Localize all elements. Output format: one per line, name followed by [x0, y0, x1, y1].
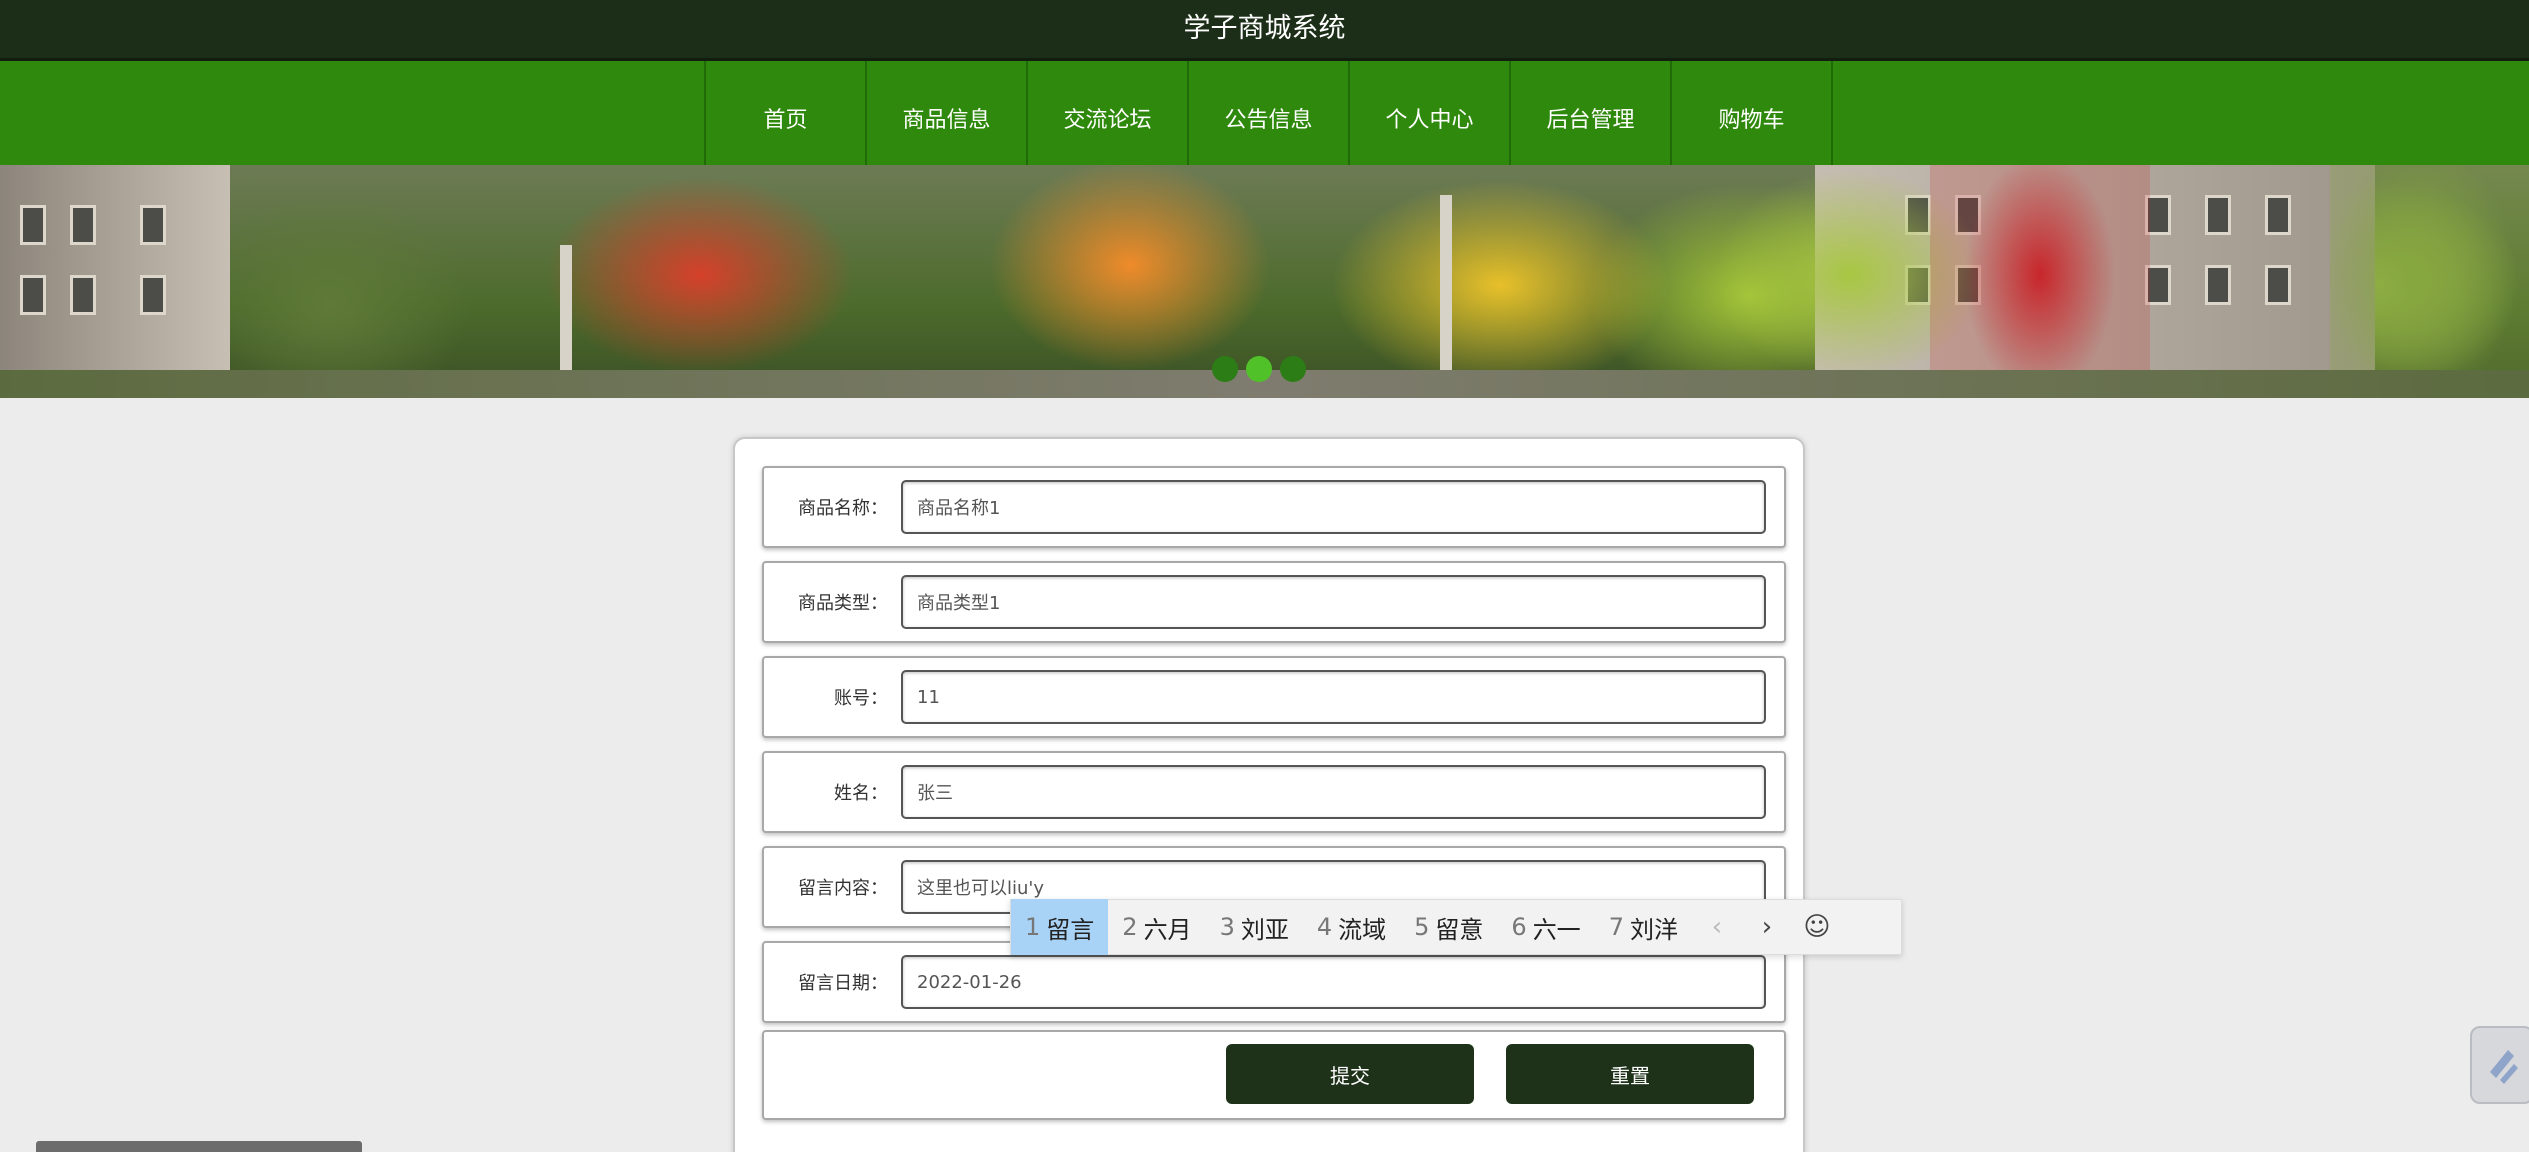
form-actions: 提交 重置: [762, 1030, 1786, 1120]
banner-carousel: [0, 165, 2529, 398]
carousel-dot[interactable]: [1280, 356, 1306, 382]
ime-candidate[interactable]: 7 刘洋: [1595, 899, 1692, 955]
ime-candidate[interactable]: 2 六月: [1108, 899, 1205, 955]
label-name: 姓名：: [834, 783, 888, 804]
nav-item-admin[interactable]: 后台管理: [1511, 61, 1672, 165]
smiley-icon[interactable]: ☺: [1792, 899, 1842, 955]
nav-item-products[interactable]: 商品信息: [867, 61, 1028, 165]
ime-candidate[interactable]: 1 留言: [1011, 899, 1109, 955]
ime-candidate[interactable]: 6 六一: [1497, 899, 1594, 955]
name-input[interactable]: [901, 765, 1766, 819]
ime-candidate[interactable]: 5 留意: [1400, 899, 1497, 955]
date-input[interactable]: [901, 955, 1766, 1009]
label-account: 账号：: [834, 688, 888, 709]
floating-tool-widget[interactable]: [2470, 1026, 2529, 1104]
reset-button[interactable]: 重置: [1506, 1044, 1754, 1104]
submit-button[interactable]: 提交: [1226, 1044, 1474, 1104]
product-type-input[interactable]: [901, 575, 1766, 629]
tool-logo-icon: [2490, 1050, 2518, 1084]
label-product-type: 商品类型：: [798, 593, 888, 614]
nav-item-profile[interactable]: 个人中心: [1350, 61, 1511, 165]
chevron-right-icon[interactable]: ›: [1742, 899, 1792, 955]
message-form: 商品名称： 商品类型： 账号： 姓名： 留言内容： 留言日期： 提交 重置: [733, 437, 1805, 1152]
top-header: 学子商城系统: [0, 0, 2529, 61]
nav-menu: 首页 商品信息 交流论坛 公告信息 个人中心 后台管理 购物车: [704, 61, 1833, 165]
label-product-name: 商品名称：: [798, 498, 888, 519]
main-nav: 首页 商品信息 交流论坛 公告信息 个人中心 后台管理 购物车: [0, 61, 2529, 165]
banner-building-left: [0, 165, 230, 398]
form-row-account: 账号：: [762, 656, 1786, 738]
label-date: 留言日期：: [798, 973, 888, 994]
nav-item-home[interactable]: 首页: [706, 61, 867, 165]
nav-item-forum[interactable]: 交流论坛: [1028, 61, 1189, 165]
banner-lamp-post: [1440, 195, 1452, 398]
ime-candidate-bar: 1 留言 2 六月 3 刘亚 4 流域 5 留意 6 六一 7 刘洋 ‹ › ☺: [1010, 899, 1902, 955]
nav-item-cart[interactable]: 购物车: [1672, 61, 1833, 165]
product-name-input[interactable]: [901, 480, 1766, 534]
form-row-name: 姓名：: [762, 751, 1786, 833]
ime-candidate[interactable]: 3 刘亚: [1206, 899, 1303, 955]
ime-candidate[interactable]: 4 流域: [1303, 899, 1400, 955]
carousel-dot-active[interactable]: [1246, 356, 1272, 382]
taskbar-fragment: [36, 1141, 362, 1152]
account-input[interactable]: [901, 670, 1766, 724]
carousel-dot[interactable]: [1212, 356, 1238, 382]
label-message: 留言内容：: [798, 878, 888, 899]
chevron-left-icon[interactable]: ‹: [1692, 899, 1742, 955]
nav-item-notices[interactable]: 公告信息: [1189, 61, 1350, 165]
form-row-product-name: 商品名称：: [762, 466, 1786, 548]
form-row-product-type: 商品类型：: [762, 561, 1786, 643]
carousel-indicators: [1212, 356, 1306, 382]
site-title: 学子商城系统: [1183, 13, 1346, 44]
